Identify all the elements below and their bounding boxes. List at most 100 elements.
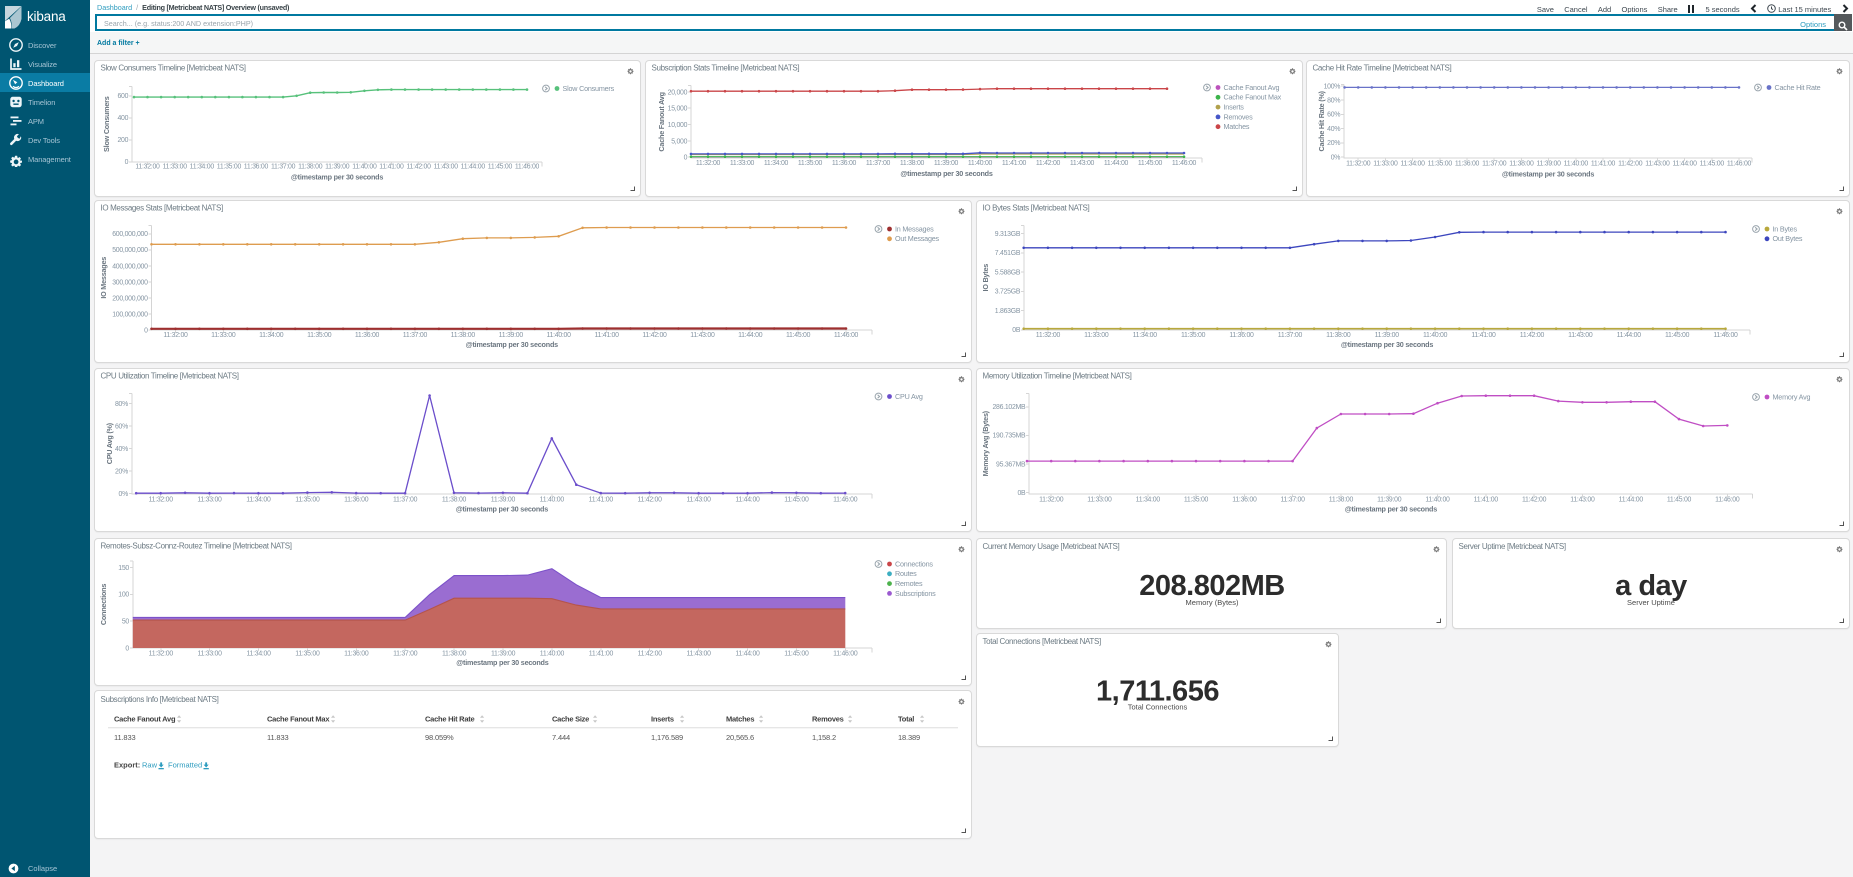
svg-text:Cache Fanout Max: Cache Fanout Max — [1224, 92, 1282, 101]
svg-text:Cache Hit Rate Timeline [Metri: Cache Hit Rate Timeline [Metricbeat NATS… — [1313, 63, 1452, 72]
svg-text:Subscriptions Info [Metricbeat: Subscriptions Info [Metricbeat NATS] — [101, 695, 219, 704]
svg-text:11:44:00: 11:44:00 — [1104, 159, 1129, 166]
svg-text:11:36:00: 11:36:00 — [832, 159, 857, 166]
svg-text:11:33:00: 11:33:00 — [1373, 160, 1398, 167]
svg-text:Cache Hit Rate (%): Cache Hit Rate (%) — [1317, 90, 1326, 151]
svg-text:11:36:00: 11:36:00 — [355, 331, 380, 338]
svg-text:Cache Size: Cache Size — [552, 715, 589, 724]
svg-text:11:42:00: 11:42:00 — [1522, 496, 1547, 503]
svg-text:11:37:00: 11:37:00 — [866, 159, 891, 166]
svg-text:11:44:00: 11:44:00 — [1619, 496, 1644, 503]
svg-text:11:42:00: 11:42:00 — [1036, 159, 1061, 166]
svg-text:11:38:00: 11:38:00 — [442, 650, 467, 657]
svg-text:200: 200 — [117, 137, 128, 144]
svg-text:Matches: Matches — [726, 715, 754, 724]
svg-text:11:44:00: 11:44:00 — [461, 163, 486, 170]
svg-text:15,000: 15,000 — [668, 105, 688, 112]
svg-text:500,000,000: 500,000,000 — [112, 247, 148, 254]
svg-text:Cache Fanout Avg: Cache Fanout Avg — [1224, 82, 1280, 91]
svg-text:11:35:00: 11:35:00 — [1181, 331, 1206, 338]
svg-text:400: 400 — [117, 115, 128, 122]
svg-text:11:43:00: 11:43:00 — [1645, 160, 1670, 167]
svg-text:11:40:00: 11:40:00 — [1564, 160, 1589, 167]
svg-text:Routes: Routes — [895, 569, 917, 578]
svg-text:11:35:00: 11:35:00 — [217, 163, 242, 170]
svg-text:11:37:00: 11:37:00 — [403, 331, 428, 338]
svg-text:11:46:00: 11:46:00 — [833, 496, 858, 503]
svg-text:11:35:00: 11:35:00 — [307, 331, 332, 338]
svg-text:Cache Fanout Max: Cache Fanout Max — [267, 715, 330, 724]
svg-text:11:45:00: 11:45:00 — [786, 331, 811, 338]
svg-text:100,000,000: 100,000,000 — [112, 311, 148, 318]
svg-text:0: 0 — [684, 154, 688, 161]
svg-text:20%: 20% — [1327, 140, 1340, 147]
svg-text:11:39:00: 11:39:00 — [499, 331, 524, 338]
svg-text:Cache Fanout Avg: Cache Fanout Avg — [114, 715, 176, 724]
svg-text:11:46:00: 11:46:00 — [833, 650, 858, 657]
svg-text:Cache Fanout Avg: Cache Fanout Avg — [657, 92, 666, 151]
svg-text:11:45:00: 11:45:00 — [784, 650, 809, 657]
svg-text:11:35:00: 11:35:00 — [1428, 160, 1453, 167]
svg-text:50: 50 — [122, 619, 130, 626]
svg-text:11:33:00: 11:33:00 — [730, 159, 755, 166]
svg-text:60%: 60% — [115, 423, 128, 430]
svg-text:11:41:00: 11:41:00 — [589, 650, 614, 657]
svg-text:Slow Consumers: Slow Consumers — [102, 96, 111, 152]
svg-text:11:37:00: 11:37:00 — [393, 496, 418, 503]
svg-text:11:36:00: 11:36:00 — [344, 496, 369, 503]
svg-text:11:44:00: 11:44:00 — [735, 650, 760, 657]
svg-text:11:39:00: 11:39:00 — [325, 163, 350, 170]
svg-text:11:45:00: 11:45:00 — [1138, 159, 1163, 166]
svg-text:11:36:00: 11:36:00 — [344, 650, 369, 657]
svg-text:CPU Avg (%): CPU Avg (%) — [105, 422, 114, 464]
svg-text:@timestamp per 30 seconds: @timestamp per 30 seconds — [456, 505, 548, 514]
svg-text:11:35:00: 11:35:00 — [295, 496, 320, 503]
svg-text:11:45:00: 11:45:00 — [1700, 160, 1725, 167]
svg-text:11:39:00: 11:39:00 — [934, 159, 959, 166]
svg-text:@timestamp per 30 seconds: @timestamp per 30 seconds — [1341, 340, 1433, 349]
svg-text:7.444: 7.444 — [552, 733, 570, 742]
svg-text:Subscriptions: Subscriptions — [895, 589, 936, 598]
svg-text:Server Uptime: Server Uptime — [1627, 598, 1675, 607]
svg-text:300,000,000: 300,000,000 — [112, 279, 148, 286]
svg-text:Cache Hit Rate: Cache Hit Rate — [425, 715, 475, 724]
svg-text:11:33:00: 11:33:00 — [197, 496, 222, 503]
svg-text:11:40:00: 11:40:00 — [352, 163, 377, 170]
svg-text:@timestamp per 30 seconds: @timestamp per 30 seconds — [456, 658, 548, 667]
svg-text:11:32:00: 11:32:00 — [149, 650, 174, 657]
svg-text:0: 0 — [125, 159, 129, 166]
svg-text:11:38:00: 11:38:00 — [1509, 160, 1534, 167]
svg-text:@timestamp per 30 seconds: @timestamp per 30 seconds — [900, 169, 992, 178]
svg-text:20,565.6: 20,565.6 — [726, 733, 754, 742]
svg-text:IO Bytes Stats [Metricbeat NAT: IO Bytes Stats [Metricbeat NATS] — [983, 203, 1090, 212]
svg-text:20,000: 20,000 — [668, 89, 688, 96]
svg-text:5,000: 5,000 — [671, 138, 687, 145]
svg-text:11:45:00: 11:45:00 — [784, 496, 809, 503]
svg-text:11.833: 11.833 — [114, 733, 135, 742]
svg-text:a day: a day — [1615, 570, 1687, 602]
svg-text:60%: 60% — [1327, 111, 1340, 118]
svg-text:7.451GB: 7.451GB — [995, 250, 1021, 257]
svg-text:Removes: Removes — [812, 715, 844, 724]
svg-text:40%: 40% — [115, 446, 128, 453]
svg-text:Connections: Connections — [99, 584, 108, 626]
svg-text:11:40:00: 11:40:00 — [968, 159, 993, 166]
svg-text:IO Messages: IO Messages — [99, 256, 108, 298]
svg-text:11:32:00: 11:32:00 — [149, 496, 174, 503]
svg-text:11:38:00: 11:38:00 — [1326, 331, 1351, 338]
svg-text:100%: 100% — [1324, 83, 1341, 90]
svg-text:11:32:00: 11:32:00 — [163, 331, 188, 338]
svg-text:11:38:00: 11:38:00 — [1329, 496, 1354, 503]
svg-text:11:44:00: 11:44:00 — [738, 331, 763, 338]
svg-text:11:46:00: 11:46:00 — [515, 163, 540, 170]
svg-text:Slow Consumers Timeline [Metri: Slow Consumers Timeline [Metricbeat NATS… — [101, 63, 246, 72]
svg-text:Raw: Raw — [142, 760, 158, 769]
svg-text:Memory Avg: Memory Avg — [1773, 392, 1811, 401]
svg-text:1,176.589: 1,176.589 — [651, 733, 683, 742]
svg-text:20%: 20% — [115, 469, 128, 476]
svg-text:150: 150 — [118, 565, 129, 572]
svg-text:5.588GB: 5.588GB — [995, 269, 1021, 276]
svg-text:Memory (Bytes): Memory (Bytes) — [1186, 598, 1239, 607]
svg-text:11:37:00: 11:37:00 — [393, 650, 418, 657]
svg-text:11:36:00: 11:36:00 — [1229, 331, 1254, 338]
